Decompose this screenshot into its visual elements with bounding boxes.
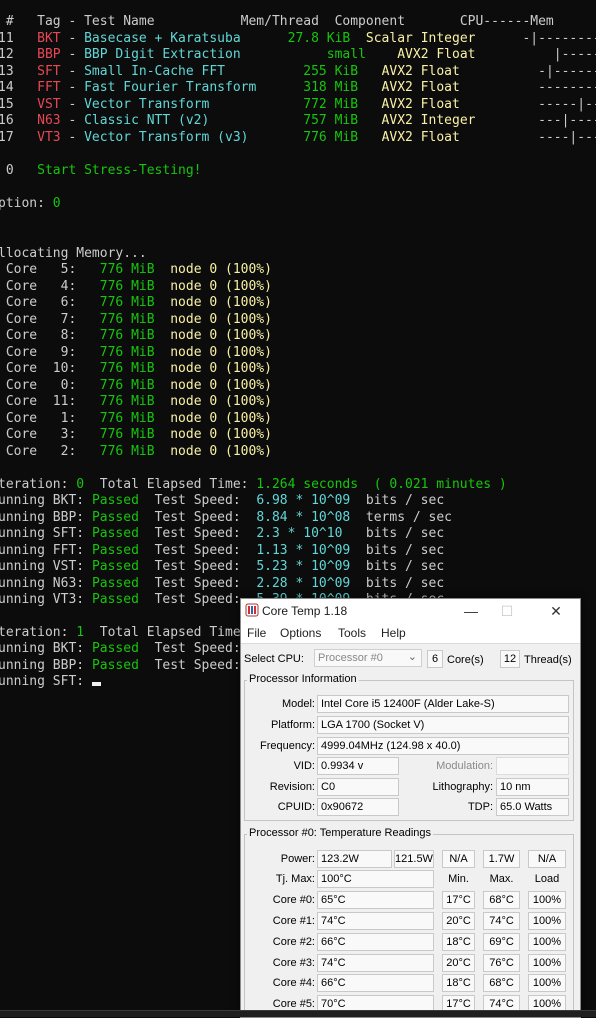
test-row: 14 FFT - Fast Fourier Transform 318 MiB … — [0, 80, 596, 95]
run-result: unning BKT: Passed Test Speed: 6.98 * 10… — [0, 493, 445, 508]
alloc-line: Core 5: 776 MiB node 0 (100%) — [5, 262, 272, 277]
revision-label: Revision: — [269, 781, 315, 793]
test-table-header: # Tag - Test Name Mem/Thread Component C… — [5, 14, 554, 29]
run-result: unning BBP: Passed Test Speed: — [0, 658, 241, 673]
frequency-label: Frequency: — [259, 740, 315, 752]
menu-help[interactable]: Help — [381, 626, 406, 640]
model-value: Intel Core i5 12400F (Alder Lake-S) — [317, 695, 569, 713]
alloc-line: Core 10: 776 MiB node 0 (100%) — [5, 361, 272, 376]
run-result: unning SFT: Passed Test Speed: 2.3 * 10^… — [0, 526, 445, 541]
alloc-line: Core 0: 776 MiB node 0 (100%) — [5, 378, 272, 393]
power-dram: 1.7W — [483, 850, 520, 868]
maximize-icon[interactable]: ☐ — [491, 601, 523, 621]
power-cores: 121.5W — [394, 850, 434, 868]
tjmax-value: 100°C — [317, 870, 434, 888]
threads-count: 12 — [500, 650, 520, 668]
text-cursor — [91, 682, 101, 686]
vid-label: VID: — [293, 760, 315, 772]
cores-label: Core(s) — [447, 654, 484, 666]
alloc-line: Core 9: 776 MiB node 0 (100%) — [5, 345, 272, 360]
cpuid-label: CPUID: — [277, 801, 315, 813]
minimize-icon[interactable]: — — [455, 601, 487, 621]
revision-value: C0 — [317, 778, 399, 796]
alloc-line: Core 8: 776 MiB node 0 (100%) — [5, 328, 272, 343]
tdp-value: 65.0 Watts — [496, 798, 569, 816]
lithography-value: 10 nm — [496, 778, 569, 796]
alloc-line: Core 1: 776 MiB node 0 (100%) — [5, 411, 272, 426]
alloc-line: Core 4: 776 MiB node 0 (100%) — [5, 279, 272, 294]
power-package: 123.2W — [317, 850, 392, 868]
test-row: 12 BBP - BBP Digit Extraction small AVX2… — [0, 47, 596, 62]
run-in-progress: unning SFT: — [0, 674, 101, 690]
thermometer-app-icon — [245, 603, 259, 617]
temperature-title: Processor #0: Temperature Readings — [247, 827, 434, 839]
test-row: 16 N63 - Classic NTT (v2) 757 MiB AVX2 I… — [0, 113, 596, 128]
title-bar[interactable]: Core Temp 1.18 — ☐ ✕ — [241, 599, 580, 623]
power-gpu: N/A — [528, 850, 566, 868]
test-row: 11 BKT - Basecase + Karatsuba 27.8 KiB S… — [0, 31, 596, 46]
model-label: Model: — [281, 698, 315, 710]
window-title: Core Temp 1.18 — [262, 604, 348, 618]
alloc-line: Core 7: 776 MiB node 0 (100%) — [5, 312, 272, 327]
option-prompt: ption: 0 — [0, 196, 61, 211]
menu-bar: File Options Tools Help — [241, 623, 580, 644]
run-result: unning N63: Passed Test Speed: 2.28 * 10… — [0, 576, 445, 591]
run-result: unning BKT: Passed Test Speed: — [0, 641, 241, 656]
modulation-label: Modulation: — [436, 760, 493, 772]
run-result: unning VST: Passed Test Speed: 5.23 * 10… — [0, 559, 445, 574]
start-option: 0 Start Stress-Testing! — [5, 163, 202, 178]
tjmax-label: Tj. Max: — [275, 873, 315, 885]
test-row: 13 SFT - Small In-Cache FFT 255 KiB AVX2… — [0, 64, 596, 79]
iteration-0-header: teration: 0 Total Elapsed Time: 1.264 se… — [0, 477, 507, 492]
threads-label: Thread(s) — [524, 654, 572, 666]
vid-value: 0.9934 v — [317, 757, 399, 775]
frequency-value: 4999.04MHz (124.98 x 40.0) — [317, 737, 569, 755]
processor-info-title: Processor Information — [247, 673, 359, 685]
cpuid-value: 0x90672 — [317, 798, 399, 816]
select-cpu-label: Select CPU: — [244, 653, 304, 665]
platform-label: Platform: — [270, 719, 315, 731]
max-column-header: Max. — [489, 873, 514, 885]
coretemp-window[interactable]: Core Temp 1.18 — ☐ ✕ File Options Tools … — [240, 598, 581, 1018]
alloc-line: Core 6: 776 MiB node 0 (100%) — [5, 295, 272, 310]
iteration-1-header: teration: 1 Total Elapsed Time — [0, 625, 241, 640]
menu-options[interactable]: Options — [280, 626, 321, 640]
close-icon[interactable]: ✕ — [540, 601, 572, 621]
chevron-down-icon: ⌄ — [407, 651, 417, 663]
tdp-label: TDP: — [467, 801, 493, 813]
allocating-message: llocating Memory... — [0, 246, 147, 261]
platform-value: LGA 1700 (Socket V) — [317, 716, 569, 734]
test-row: 17 VT3 - Vector Transform (v3) 776 MiB A… — [0, 130, 596, 145]
alloc-line: Core 11: 776 MiB node 0 (100%) — [5, 394, 272, 409]
power-uncore: N/A — [442, 850, 475, 868]
lithography-label: Lithography: — [432, 781, 493, 793]
menu-file[interactable]: File — [247, 626, 266, 640]
cores-count: 6 — [427, 650, 443, 668]
test-row: 15 VST - Vector Transform 772 MiB AVX2 F… — [0, 97, 596, 112]
menu-tools[interactable]: Tools — [338, 626, 366, 640]
alloc-line: Core 2: 776 MiB node 0 (100%) — [5, 444, 272, 459]
modulation-value — [496, 757, 569, 775]
power-label: Power: — [280, 853, 315, 865]
min-column-header: Min. — [448, 873, 469, 885]
load-column-header: Load — [534, 873, 560, 885]
run-result: unning FFT: Passed Test Speed: 1.13 * 10… — [0, 543, 445, 558]
alloc-line: Core 3: 776 MiB node 0 (100%) — [5, 427, 272, 442]
processor-select[interactable]: Processor #0 ⌄ — [314, 649, 422, 667]
run-result: unning BBP: Passed Test Speed: 8.84 * 10… — [0, 510, 452, 525]
